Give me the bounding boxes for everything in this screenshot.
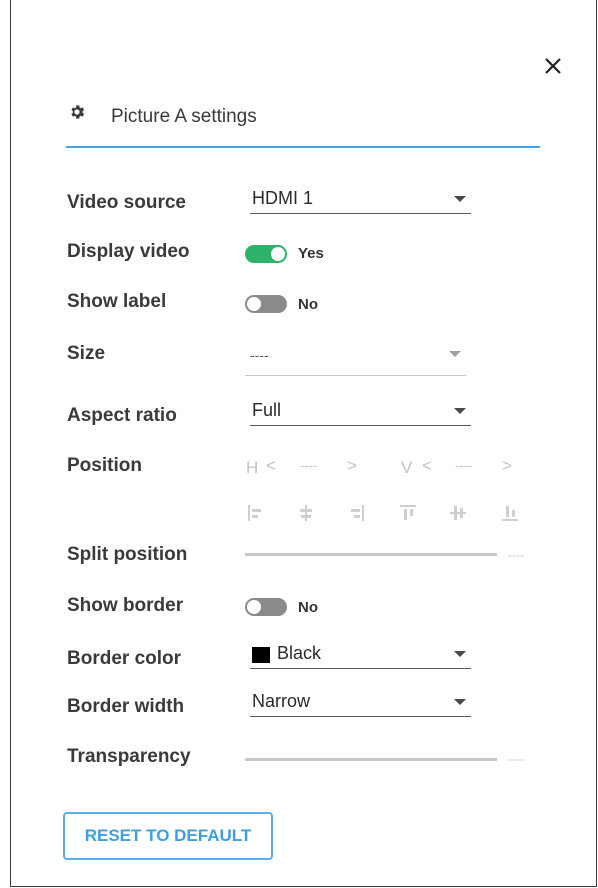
split-position-label: Split position [67, 544, 188, 565]
show-border-label: Show border [67, 595, 184, 616]
align-bottom-icon[interactable] [500, 503, 520, 523]
border-width-value: Narrow [252, 691, 311, 711]
chevron-down-icon [449, 351, 461, 357]
close-icon [545, 58, 561, 74]
split-position-slider[interactable] [245, 553, 497, 556]
video-source-dropdown[interactable]: HDMI 1 [250, 188, 471, 214]
toggle-knob [247, 297, 261, 311]
position-h-right-button[interactable]: > [347, 456, 357, 476]
transparency-slider[interactable] [245, 758, 497, 761]
border-width-dropdown[interactable]: Narrow [250, 691, 471, 717]
border-color-dropdown[interactable]: Black [250, 643, 471, 669]
display-video-state: Yes [298, 245, 324, 262]
align-center-h-icon[interactable] [296, 503, 316, 523]
aspect-ratio-value: Full [252, 400, 282, 420]
position-h-value: ---- [300, 458, 318, 473]
align-left-icon[interactable] [246, 503, 266, 523]
toggle-knob [271, 247, 285, 261]
chevron-down-icon [454, 699, 466, 705]
position-h-prefix: H [246, 458, 259, 477]
position-v-right-button[interactable]: > [502, 456, 512, 476]
align-top-icon[interactable] [398, 503, 418, 523]
size-value: ---- [250, 347, 269, 363]
position-v-left-button[interactable]: < [422, 456, 432, 476]
split-position-value: ---- [508, 548, 524, 562]
aspect-ratio-label: Aspect ratio [67, 405, 177, 426]
aspect-ratio-dropdown[interactable]: Full [250, 400, 471, 426]
close-button[interactable] [541, 54, 565, 78]
panel-header: Picture A settings [66, 98, 540, 148]
color-swatch [252, 647, 270, 663]
size-label: Size [67, 343, 106, 364]
chevron-down-icon [454, 651, 466, 657]
transparency-value: ---- [508, 752, 524, 766]
display-video-toggle[interactable] [245, 245, 287, 263]
chevron-down-icon [454, 408, 466, 414]
position-label: Position [67, 455, 142, 476]
show-label-label: Show label [67, 291, 167, 312]
reset-to-default-button[interactable]: RESET TO DEFAULT [63, 812, 273, 860]
show-label-state: No [298, 296, 318, 313]
video-source-label: Video source [67, 192, 186, 213]
video-source-value: HDMI 1 [252, 188, 314, 208]
position-h-left-button[interactable]: < [266, 456, 276, 476]
position-v-value: ---- [455, 458, 473, 473]
show-label-toggle[interactable] [245, 295, 287, 313]
border-width-label: Border width [67, 696, 185, 717]
border-color-value: Black [277, 643, 322, 663]
toggle-knob [247, 600, 261, 614]
size-dropdown[interactable]: ---- [245, 343, 466, 376]
chevron-down-icon [454, 196, 466, 202]
align-right-icon[interactable] [346, 503, 366, 523]
border-color-label: Border color [67, 648, 182, 669]
show-border-toggle[interactable] [245, 598, 287, 616]
show-border-state: No [298, 599, 318, 616]
position-v-prefix: V [401, 458, 413, 477]
transparency-label: Transparency [67, 746, 191, 767]
gear-icon [71, 105, 85, 119]
display-video-label: Display video [67, 241, 190, 262]
panel-title: Picture A settings [111, 106, 257, 127]
align-center-v-icon[interactable] [448, 503, 468, 523]
